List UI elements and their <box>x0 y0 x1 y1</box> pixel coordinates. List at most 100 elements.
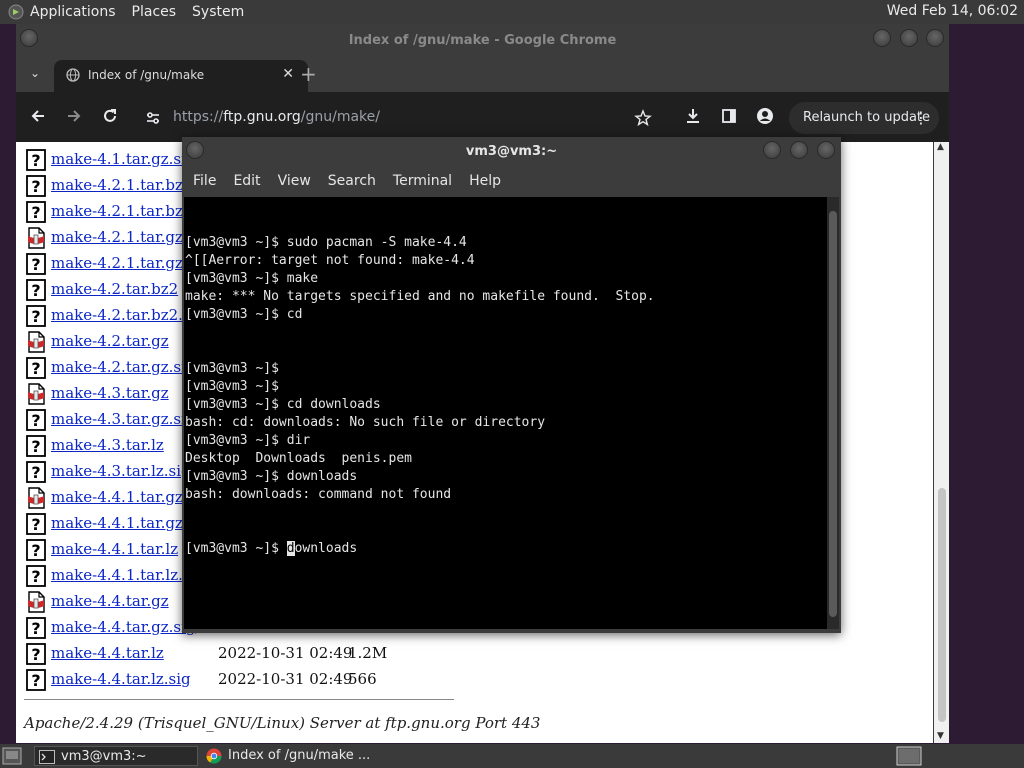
tab-close-icon[interactable]: ✕ <box>282 66 294 82</box>
terminal-scrollbar[interactable] <box>827 197 839 629</box>
page-scrollbar[interactable]: ▲ ▼ <box>934 142 949 743</box>
svg-text:?: ? <box>31 515 40 534</box>
file-link[interactable]: make-4.4.tar.gz <box>51 592 169 610</box>
file-date: 2022-10-31 02:49 <box>218 670 353 688</box>
file-link[interactable]: make-4.4.tar.gz.sig <box>51 618 195 636</box>
taskbar-item-label: vm3@vm3:~ <box>61 749 147 764</box>
file-link[interactable]: make-4.2.tar.gz.sig <box>51 358 195 376</box>
svg-text:?: ? <box>31 411 40 430</box>
unknown-file-icon: ? <box>26 539 46 561</box>
terminal-line: [vm3@vm3 ~]$ downloads <box>185 469 358 484</box>
terminal-window-menu-button[interactable] <box>186 141 204 159</box>
page-scrollbar-thumb[interactable] <box>938 488 946 722</box>
side-panel-icon[interactable] <box>720 107 738 125</box>
reload-icon[interactable] <box>101 107 119 125</box>
file-date: 2022-10-31 02:49 <box>218 644 353 662</box>
terminal-maximize-button[interactable] <box>790 141 808 159</box>
file-link[interactable]: make-4.4.tar.lz <box>51 644 164 662</box>
svg-text:?: ? <box>31 671 40 690</box>
scroll-down-icon[interactable]: ▼ <box>937 731 944 741</box>
file-link[interactable]: make-4.4.1.tar.gz <box>51 488 183 506</box>
scroll-up-icon[interactable]: ▲ <box>937 142 944 152</box>
minimize-button[interactable] <box>873 29 891 47</box>
address-bar[interactable]: https://ftp.gnu.org/gnu/make/ <box>140 100 670 136</box>
terminal-icon <box>39 750 55 764</box>
taskbar-item-chrome[interactable]: Index of /gnu/make ... <box>202 746 382 766</box>
terminal-menu-file[interactable]: File <box>193 173 216 189</box>
tab-index-of-gnu-make[interactable]: Index of /gnu/make ✕ <box>54 60 308 92</box>
file-link[interactable]: make-4.2.tar.bz2 <box>51 280 178 298</box>
close-window-button[interactable] <box>926 29 944 47</box>
svg-text:?: ? <box>31 619 40 638</box>
file-link[interactable]: make-4.4.tar.lz.sig <box>51 670 191 688</box>
terminal-menu-search[interactable]: Search <box>328 173 376 189</box>
unknown-file-icon: ? <box>26 149 46 171</box>
unknown-file-icon: ? <box>26 565 46 587</box>
download-icon[interactable] <box>684 107 702 125</box>
file-link[interactable]: make-4.3.tar.gz.sig <box>51 410 195 428</box>
file-link[interactable]: make-4.1.tar.gz.sig <box>51 150 195 168</box>
url-text[interactable]: https://ftp.gnu.org/gnu/make/ <box>173 109 380 125</box>
file-size: 1.2M <box>348 644 388 662</box>
terminal-close-button[interactable] <box>817 141 835 159</box>
file-link[interactable]: make-4.3.tar.lz <box>51 436 164 454</box>
window-menu-button[interactable] <box>20 29 38 47</box>
terminal-menu-view[interactable]: View <box>278 173 311 189</box>
svg-text:?: ? <box>31 541 40 560</box>
server-signature: Apache/2.4.29 (Trisquel_GNU/Linux) Serve… <box>24 714 541 732</box>
profile-icon[interactable] <box>756 107 774 125</box>
file-link[interactable]: make-4.2.1.tar.bz2 <box>51 176 192 194</box>
chrome-menu-icon[interactable]: ⋮ <box>913 102 929 134</box>
site-settings-icon[interactable] <box>144 109 162 127</box>
unknown-file-icon: ? <box>26 669 46 691</box>
compressed-file-icon <box>28 331 45 353</box>
forward-icon[interactable] <box>65 107 83 125</box>
back-icon[interactable] <box>29 107 47 125</box>
gnu-logo-icon[interactable] <box>8 4 24 20</box>
applications-menu[interactable]: Applications <box>30 4 116 20</box>
relaunch-to-update-button[interactable]: Relaunch to update ⋮ <box>789 102 939 134</box>
terminal-minimize-button[interactable] <box>763 141 781 159</box>
workspace-switcher-icon[interactable] <box>896 746 922 766</box>
terminal-input-line[interactable]: [vm3@vm3 ~]$ downloads <box>185 540 827 558</box>
footer-divider <box>24 699 454 700</box>
file-row: ? make-4.4.tar.lz 2022-10-31 02:49 1.2M <box>26 641 426 667</box>
maximize-button[interactable] <box>900 29 918 47</box>
terminal-line: [vm3@vm3 ~]$ cd downloads <box>185 397 381 412</box>
terminal-scrollbar-thumb[interactable] <box>829 211 837 617</box>
file-link[interactable]: make-4.3.tar.gz <box>51 384 169 402</box>
tab-title: Index of /gnu/make <box>88 68 205 82</box>
terminal-line: [vm3@vm3 ~]$ make <box>185 271 319 286</box>
svg-text:?: ? <box>31 359 40 378</box>
show-desktop-icon[interactable] <box>2 747 22 765</box>
file-link[interactable]: make-4.2.1.tar.gz <box>51 228 183 246</box>
globe-icon <box>66 68 80 82</box>
terminal-line: [vm3@vm3 ~]$ <box>185 379 279 394</box>
taskbar-item-terminal[interactable]: vm3@vm3:~ <box>34 746 198 766</box>
terminal-menu-help[interactable]: Help <box>469 173 501 189</box>
file-link[interactable]: make-4.2.tar.gz <box>51 332 169 350</box>
terminal-line: [vm3@vm3 ~]$ dir <box>185 433 311 448</box>
tab-search-icon[interactable]: ⌄ <box>30 66 40 80</box>
svg-text:?: ? <box>31 255 40 274</box>
new-tab-icon[interactable]: + <box>300 62 317 86</box>
system-menu[interactable]: System <box>192 4 244 20</box>
file-link[interactable]: make-4.4.1.tar.lz <box>51 540 178 558</box>
terminal-line: [vm3@vm3 ~]$ sudo pacman -S make-4.4 <box>185 235 467 250</box>
panel-clock[interactable]: Wed Feb 14, 06:02 <box>887 3 1018 19</box>
bottom-panel: vm3@vm3:~ Index of /gnu/make ... <box>0 744 1024 768</box>
unknown-file-icon: ? <box>26 513 46 535</box>
file-link[interactable]: make-4.3.tar.lz.sig <box>51 462 191 480</box>
relaunch-label: Relaunch to update <box>803 110 931 125</box>
terminal-menu-edit[interactable]: Edit <box>233 173 260 189</box>
terminal-line: ^[[Aerror: target not found: make-4.4 <box>185 253 475 268</box>
places-menu[interactable]: Places <box>132 4 177 20</box>
compressed-file-icon <box>28 227 45 249</box>
unknown-file-icon: ? <box>26 357 46 379</box>
terminal-menu-terminal[interactable]: Terminal <box>393 173 452 189</box>
terminal-screen[interactable]: [vm3@vm3 ~]$ sudo pacman -S make-4.4 ^[[A… <box>184 197 827 629</box>
url-scheme: https:// <box>173 109 224 125</box>
bookmark-star-icon[interactable] <box>634 109 652 127</box>
unknown-file-icon: ? <box>26 279 46 301</box>
